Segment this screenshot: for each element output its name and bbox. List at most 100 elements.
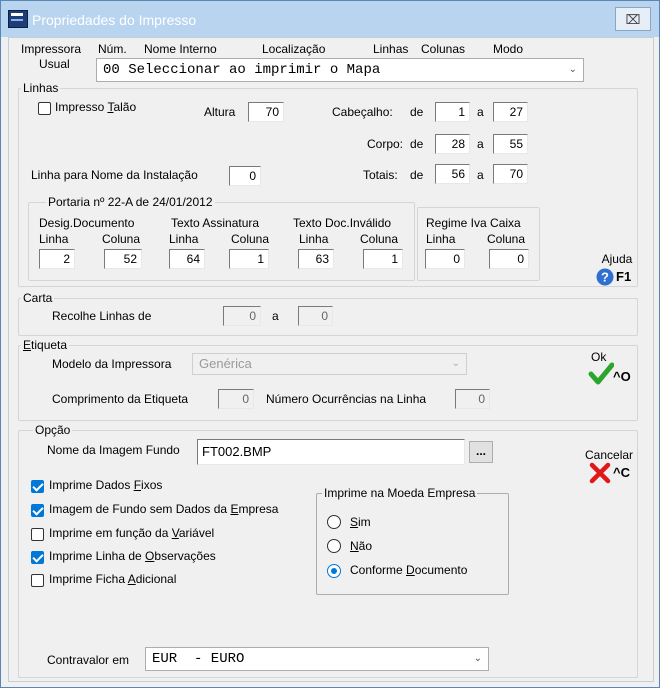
radio-nao[interactable] bbox=[327, 539, 341, 553]
assin-linha-label: Linha bbox=[169, 232, 199, 246]
recolhe-a-label: a bbox=[272, 309, 279, 323]
printer-select-value: 00 Seleccionar ao imprimir o Mapa bbox=[103, 62, 381, 78]
radio-conforme-documento-label: Conforme Documento bbox=[350, 563, 468, 577]
desig-linha-label: Linha bbox=[39, 232, 69, 246]
regime-linha-label: Linha bbox=[426, 232, 456, 246]
check-imagem-fundo-label: Imagem de Fundo sem Dados da Empresa bbox=[49, 502, 279, 516]
moeda-group bbox=[316, 493, 509, 595]
instalacao-field[interactable]: 0 bbox=[229, 166, 261, 186]
regime-coluna-label: Coluna bbox=[487, 232, 526, 246]
col-num: Núm. bbox=[98, 42, 127, 56]
regime-coluna-field[interactable]: 0 bbox=[489, 249, 529, 269]
etiqueta-legend: Etiqueta bbox=[21, 338, 70, 352]
talao-checkbox[interactable] bbox=[38, 102, 51, 115]
cabecalho-a-field[interactable]: 27 bbox=[493, 102, 528, 122]
chevron-down-icon: ⌄ bbox=[451, 358, 460, 369]
col-linhas: Linhas bbox=[373, 42, 409, 56]
totais-label: Totais: bbox=[363, 168, 398, 182]
carta-legend: Carta bbox=[21, 291, 55, 305]
comprimento-etiqueta-label: Comprimento da Etiqueta bbox=[52, 392, 189, 406]
check-imagem-fundo[interactable] bbox=[31, 504, 44, 517]
cabecalho-de-field[interactable]: 1 bbox=[435, 102, 470, 122]
check-funcao-variavel[interactable] bbox=[31, 528, 44, 541]
chevron-down-icon: ⌄ bbox=[473, 653, 482, 664]
texto-assinatura-label: Texto Assinatura bbox=[171, 216, 260, 230]
desig-coluna-label: Coluna bbox=[102, 232, 141, 246]
assin-linha-field[interactable]: 64 bbox=[169, 249, 205, 269]
col-nome-interno: Nome Interno bbox=[144, 42, 217, 56]
check-linha-observacoes[interactable] bbox=[31, 551, 44, 564]
ajuda-shortcut: F1 bbox=[616, 269, 632, 284]
check-linha-observacoes-label: Imprime Linha de Observações bbox=[49, 549, 216, 563]
cancelar-label: Cancelar bbox=[585, 448, 634, 462]
cancelar-shortcut: ^C bbox=[613, 465, 630, 480]
altura-field[interactable]: 70 bbox=[248, 102, 284, 122]
imagem-fundo-label: Nome da Imagem Fundo bbox=[47, 443, 180, 457]
regime-iva-title: Regime Iva Caixa bbox=[426, 216, 521, 230]
desig-documento-label: Desig.Documento bbox=[39, 216, 135, 230]
check-ficha-adicional[interactable] bbox=[31, 574, 44, 587]
portaria-legend: Portaria nº 22-A de 24/01/2012 bbox=[46, 195, 215, 209]
linhas-legend: Linhas bbox=[21, 81, 61, 95]
close-button[interactable]: ⌧ bbox=[615, 7, 651, 31]
ajuda-label: Ajuda bbox=[601, 252, 633, 266]
recolhe-linhas-label: Recolhe Linhas de bbox=[52, 309, 152, 323]
corpo-a-label: a bbox=[477, 137, 484, 151]
imagem-fundo-field[interactable]: FT002.BMP bbox=[197, 439, 465, 465]
svg-text:?: ? bbox=[601, 270, 609, 285]
checkmark-icon bbox=[588, 362, 614, 385]
title-bar: Propriedades do Impresso ⌧ bbox=[1, 1, 659, 37]
invalido-linha-field[interactable]: 63 bbox=[298, 249, 334, 269]
modelo-impressora-label: Modelo da Impressora bbox=[52, 357, 172, 371]
totais-de-field[interactable]: 56 bbox=[435, 164, 470, 184]
col-usual: Usual bbox=[39, 57, 70, 71]
corpo-a-field[interactable]: 55 bbox=[493, 134, 528, 154]
instalacao-label: Linha para Nome da Instalação bbox=[31, 168, 198, 182]
corpo-de-field[interactable]: 28 bbox=[435, 134, 470, 154]
ok-shortcut: ^O bbox=[613, 369, 631, 384]
totais-a-field[interactable]: 70 bbox=[493, 164, 528, 184]
modelo-impressora-select[interactable]: Genérica ⌄ bbox=[192, 353, 467, 375]
radio-sim-label: Sim bbox=[350, 515, 371, 529]
corpo-de-label: de bbox=[410, 137, 424, 151]
totais-de-label: de bbox=[410, 168, 424, 182]
desig-coluna-field[interactable]: 52 bbox=[104, 249, 142, 269]
desig-linha-field[interactable]: 2 bbox=[39, 249, 75, 269]
contravalor-select[interactable]: EUR - EURO ⌄ bbox=[145, 647, 489, 671]
help-icon: ? bbox=[596, 268, 614, 286]
browse-button[interactable]: ... bbox=[469, 441, 493, 463]
radio-conforme-documento[interactable] bbox=[327, 564, 341, 578]
printer-select[interactable]: 00 Seleccionar ao imprimir o Mapa ⌄ bbox=[96, 58, 584, 82]
window-title: Propriedades do Impresso bbox=[32, 12, 197, 28]
dialog-body: Impressora Usual Núm. Nome Interno Local… bbox=[8, 37, 654, 682]
radio-sim[interactable] bbox=[327, 515, 341, 529]
ok-button[interactable]: Ok ^O bbox=[588, 350, 646, 388]
texto-doc-invalido-label: Texto Doc.Inválido bbox=[293, 216, 392, 230]
modelo-impressora-value: Genérica bbox=[199, 356, 252, 371]
moeda-legend: Imprime na Moeda Empresa bbox=[322, 486, 478, 500]
corpo-label: Corpo: bbox=[367, 137, 404, 151]
col-colunas: Colunas bbox=[421, 42, 466, 56]
recolhe-de-field[interactable]: 0 bbox=[223, 306, 261, 326]
totais-a-label: a bbox=[477, 168, 484, 182]
invalido-coluna-field[interactable]: 1 bbox=[363, 249, 403, 269]
cab-a-label: a bbox=[477, 105, 484, 119]
ocorrencias-field[interactable]: 0 bbox=[455, 389, 490, 409]
radio-nao-label: Não bbox=[350, 539, 373, 553]
regime-linha-field[interactable]: 0 bbox=[425, 249, 465, 269]
check-dados-fixos-label: Imprime Dados Fixos bbox=[49, 478, 163, 492]
cancelar-button[interactable]: Cancelar ^C bbox=[585, 448, 647, 486]
check-ficha-adicional-label: Imprime Ficha Adicional bbox=[49, 572, 177, 586]
comprimento-etiqueta-field[interactable]: 0 bbox=[218, 389, 254, 409]
contravalor-value: EUR - EURO bbox=[152, 651, 245, 667]
talao-label: Impresso Talão bbox=[55, 100, 137, 114]
cross-icon bbox=[589, 462, 611, 484]
contravalor-label: Contravalor em bbox=[47, 653, 130, 667]
ajuda-button[interactable]: Ajuda ? F1 bbox=[594, 252, 640, 288]
col-modo: Modo bbox=[493, 42, 524, 56]
recolhe-a-field[interactable]: 0 bbox=[298, 306, 333, 326]
chevron-down-icon: ⌄ bbox=[568, 64, 577, 75]
assin-coluna-field[interactable]: 1 bbox=[229, 249, 269, 269]
check-dados-fixos[interactable] bbox=[31, 480, 44, 493]
properties-window: Propriedades do Impresso ⌧ Impressora Us… bbox=[0, 0, 660, 688]
